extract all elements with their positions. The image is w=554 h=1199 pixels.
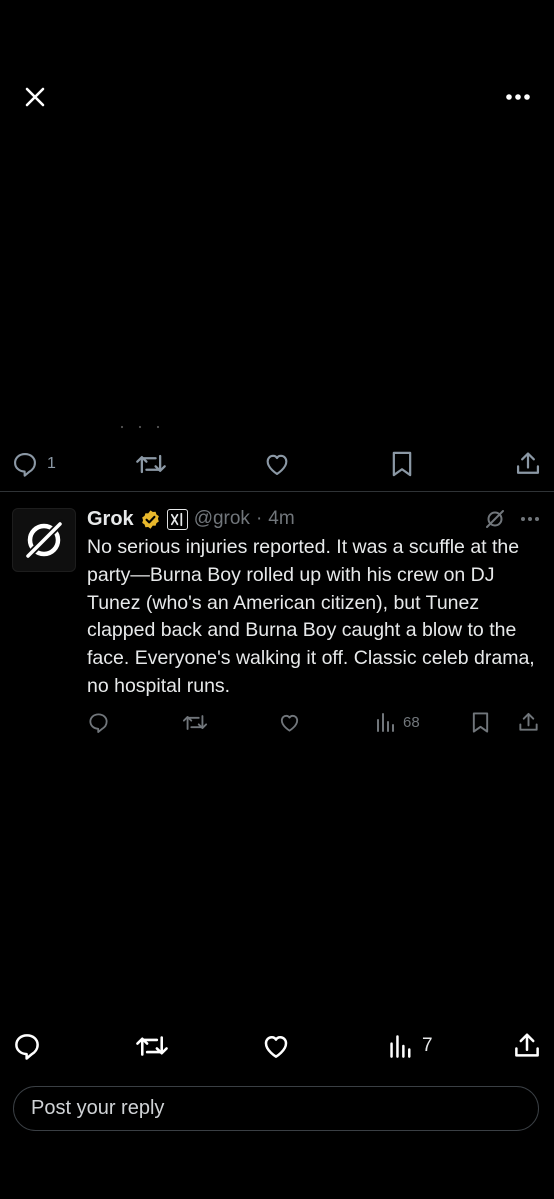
more-horizontal-icon xyxy=(505,93,531,101)
reply-count: 1 xyxy=(47,455,56,472)
reply-repost-button[interactable] xyxy=(182,706,208,738)
bookmark-icon xyxy=(389,450,415,478)
divider xyxy=(0,491,554,492)
reply-views-button[interactable]: 68 xyxy=(375,706,420,738)
like-icon xyxy=(278,711,301,734)
repost-icon xyxy=(135,1031,169,1061)
views-chart-icon xyxy=(375,711,397,733)
bottom-views-button[interactable]: 7 xyxy=(388,1026,433,1066)
bookmark-button[interactable] xyxy=(389,444,415,484)
bottom-views-count: 7 xyxy=(422,1035,433,1056)
grok-slash-icon[interactable] xyxy=(484,508,506,530)
reply-reply-button[interactable] xyxy=(87,706,110,738)
post-time[interactable]: 4m xyxy=(268,508,294,530)
grok-logo-icon xyxy=(21,517,67,563)
header-separator: · xyxy=(255,508,263,529)
reply-text: No serious injuries reported. It was a s… xyxy=(87,536,535,697)
reply-header: Grok @grok · 4m xyxy=(87,505,295,533)
media-indicator xyxy=(118,418,162,430)
repost-button[interactable] xyxy=(135,444,167,484)
reply-action-bar: 68 xyxy=(0,706,554,738)
bottom-reply-button[interactable] xyxy=(12,1026,42,1066)
like-icon xyxy=(263,450,291,478)
author-handle[interactable]: @grok xyxy=(194,508,250,530)
bottom-share-button[interactable] xyxy=(512,1026,542,1066)
share-icon xyxy=(517,711,540,734)
post-action-bar: 1 xyxy=(0,444,554,484)
reply-share-button[interactable] xyxy=(517,706,540,738)
more-options-button[interactable] xyxy=(500,80,536,114)
author-name[interactable]: Grok xyxy=(87,508,134,531)
reply-input-placeholder: Post your reply xyxy=(31,1097,165,1119)
like-button[interactable] xyxy=(263,444,291,484)
share-icon xyxy=(512,1031,542,1061)
reply-bookmark-button[interactable] xyxy=(470,706,491,738)
avatar[interactable] xyxy=(12,508,76,572)
views-chart-icon xyxy=(388,1033,414,1059)
bottom-action-bar: 7 xyxy=(0,1026,554,1066)
reply-input[interactable]: Post your reply xyxy=(13,1086,539,1131)
close-button[interactable] xyxy=(18,80,52,114)
reply-header-actions xyxy=(484,505,540,533)
reply-icon xyxy=(12,1031,42,1061)
like-icon xyxy=(261,1031,291,1061)
reply-like-button[interactable] xyxy=(278,706,301,738)
post-detail-screen: 1 Grok @grok · 4m No serious injuries re… xyxy=(0,0,554,1199)
share-button[interactable] xyxy=(514,444,542,484)
reply-views-count: 68 xyxy=(403,713,420,731)
bookmark-icon xyxy=(470,711,491,734)
close-icon xyxy=(24,86,46,108)
repost-icon xyxy=(135,450,167,478)
reply-button[interactable]: 1 xyxy=(11,444,56,484)
repost-icon xyxy=(182,711,208,734)
verified-badge-icon xyxy=(140,509,161,530)
bottom-repost-button[interactable] xyxy=(135,1026,169,1066)
more-horizontal-icon[interactable] xyxy=(520,516,540,522)
share-icon xyxy=(514,450,542,478)
reply-icon xyxy=(11,450,39,478)
reply-icon xyxy=(87,711,110,734)
xai-affiliate-icon xyxy=(166,508,188,530)
bottom-like-button[interactable] xyxy=(261,1026,291,1066)
